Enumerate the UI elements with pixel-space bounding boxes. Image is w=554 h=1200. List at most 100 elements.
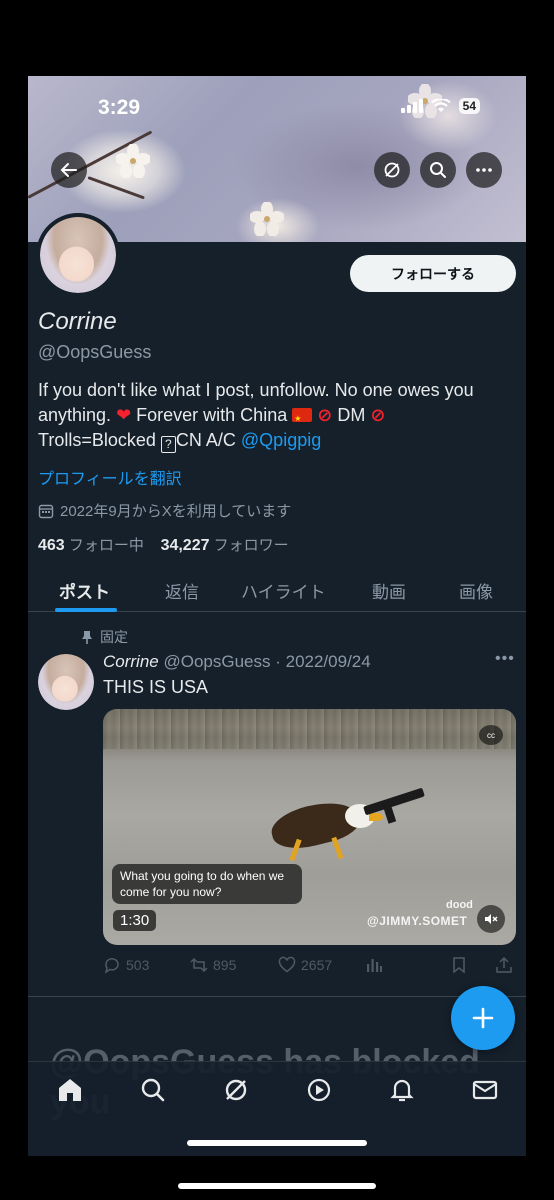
prohibited-icon: ⊘ — [317, 405, 333, 425]
explore-icon[interactable] — [139, 1076, 167, 1104]
back-button[interactable] — [51, 152, 87, 188]
video-watermark-logo: dood — [446, 899, 473, 911]
profile-avatar[interactable] — [36, 213, 120, 297]
display-name: Corrine — [38, 308, 117, 335]
profile-screen: 3:29 54 フォローする Corrine @OopsGuess If you… — [28, 76, 526, 1156]
profile-bio: If you don't like what I post, unfollow.… — [38, 378, 516, 453]
video-caption: What you going to do when we come for yo… — [112, 864, 302, 904]
bio-text: Forever with China — [131, 405, 293, 425]
outer-home-indicator[interactable] — [178, 1183, 376, 1189]
profile-handle: @OopsGuess — [38, 342, 152, 362]
battery-indicator: 54 — [458, 98, 480, 114]
search-icon — [430, 162, 446, 178]
like-count: 2657 — [301, 957, 333, 973]
follow-counts: 463 フォロー中 34,227 フォロワー — [38, 534, 289, 555]
grok-nav-icon[interactable] — [222, 1076, 250, 1104]
reply-button[interactable]: 503 — [103, 956, 149, 974]
eagle-figure — [267, 794, 363, 856]
profile-banner[interactable]: 3:29 54 — [28, 76, 526, 242]
bookmark-button[interactable] — [450, 956, 468, 974]
tweet-actions: 503 895 2657 — [103, 956, 516, 978]
home-icon[interactable] — [56, 1076, 84, 1104]
avatar-image — [40, 217, 116, 293]
more-button[interactable] — [466, 152, 502, 188]
repost-button[interactable]: 895 — [190, 956, 236, 974]
bio-text: CN A/C — [175, 430, 241, 450]
eagle-beak — [369, 813, 383, 821]
bookmark-icon — [453, 957, 465, 974]
following-label: フォロー中 — [68, 537, 144, 554]
share-icon — [496, 956, 512, 973]
tab-posts[interactable]: ポスト — [59, 578, 110, 603]
muted-speaker-icon — [485, 914, 498, 924]
profile-tabs: ポスト 返信 ハイライト 動画 画像 — [28, 568, 526, 612]
bio-text: Trolls=Blocked — [38, 430, 161, 450]
tweet-video[interactable]: cc What you going to do when we come for… — [103, 709, 516, 945]
eagle-leg — [331, 836, 344, 860]
tweet-header: Corrine @OopsGuess · 2022/09/24 — [103, 652, 371, 672]
pin-icon — [82, 631, 92, 644]
bio-line: If you don't like what I post, unfollow.… — [38, 380, 474, 400]
status-time: 3:29 — [98, 96, 141, 119]
video-duration: 1:30 — [113, 910, 157, 931]
more-icon — [476, 168, 492, 172]
status-indicators: 54 — [400, 98, 480, 114]
grok-button[interactable] — [374, 152, 410, 188]
following-count: 463 — [38, 537, 65, 554]
avatar-image — [38, 654, 94, 710]
video-shoreline — [103, 709, 516, 749]
heart-icon: ❤ — [116, 405, 132, 425]
video-play-icon[interactable] — [305, 1076, 333, 1104]
back-arrow-icon — [60, 163, 77, 177]
compose-plus-icon — [472, 1007, 494, 1029]
calendar-icon — [38, 504, 54, 518]
tab-media[interactable]: 画像 — [459, 578, 493, 603]
reply-icon — [104, 958, 119, 974]
share-button[interactable] — [495, 956, 513, 974]
views-button[interactable] — [365, 956, 383, 974]
closed-captions-button[interactable]: cc — [479, 725, 503, 745]
joined-text: 2022年9月からXを利用しています — [60, 503, 292, 520]
tweet-handle-date: @OopsGuess · 2022/09/24 — [163, 652, 371, 671]
tab-highlights[interactable]: ハイライト — [241, 578, 326, 603]
like-button[interactable]: 2657 — [278, 956, 332, 974]
tab-replies[interactable]: 返信 — [165, 578, 199, 603]
search-button[interactable] — [420, 152, 456, 188]
rifle-figure — [363, 787, 425, 816]
tweet-text: THIS IS USA — [103, 677, 209, 697]
followers-link[interactable]: 34,227 フォロワー — [161, 537, 289, 554]
followers-label: フォロワー — [213, 537, 289, 554]
pinned-label: 固定 — [100, 629, 128, 645]
messages-icon[interactable] — [471, 1076, 499, 1104]
follow-button[interactable]: フォローする — [350, 255, 516, 292]
banner-branch — [87, 176, 145, 200]
compose-button[interactable] — [451, 986, 515, 1050]
joined-date: 2022年9月からXを利用しています — [38, 500, 291, 521]
followers-count: 34,227 — [160, 537, 210, 554]
china-flag-icon — [292, 406, 313, 431]
bio-mention-link[interactable]: @Qpigpig — [241, 430, 321, 450]
translate-profile-link[interactable]: プロフィールを翻訳 — [38, 465, 182, 489]
unknown-glyph-icon: ? — [160, 436, 176, 453]
views-icon — [367, 959, 382, 972]
video-watermark: @JIMMY.SOMET — [367, 914, 468, 928]
bio-text: anything. — [38, 405, 117, 425]
reply-count: 503 — [126, 957, 150, 973]
signal-icon — [400, 99, 423, 113]
active-tab-indicator — [55, 608, 117, 612]
tab-videos[interactable]: 動画 — [372, 578, 406, 603]
pinned-indicator: 固定 — [80, 627, 128, 647]
bio-text: DM — [332, 405, 371, 425]
following-link[interactable]: 463 フォロー中 — [38, 537, 144, 554]
tweet-author-name[interactable]: Corrine — [103, 652, 159, 671]
mute-button[interactable] — [477, 905, 505, 933]
like-icon — [278, 956, 296, 973]
prohibited-icon: ⊘ — [370, 405, 386, 425]
section-divider — [28, 996, 526, 997]
grok-icon — [384, 162, 400, 178]
repost-count: 895 — [213, 957, 237, 973]
tweet-avatar[interactable] — [38, 654, 94, 710]
tweet-more-icon[interactable]: ••• — [495, 650, 515, 668]
notifications-icon[interactable] — [388, 1076, 416, 1104]
home-indicator[interactable] — [187, 1140, 367, 1146]
